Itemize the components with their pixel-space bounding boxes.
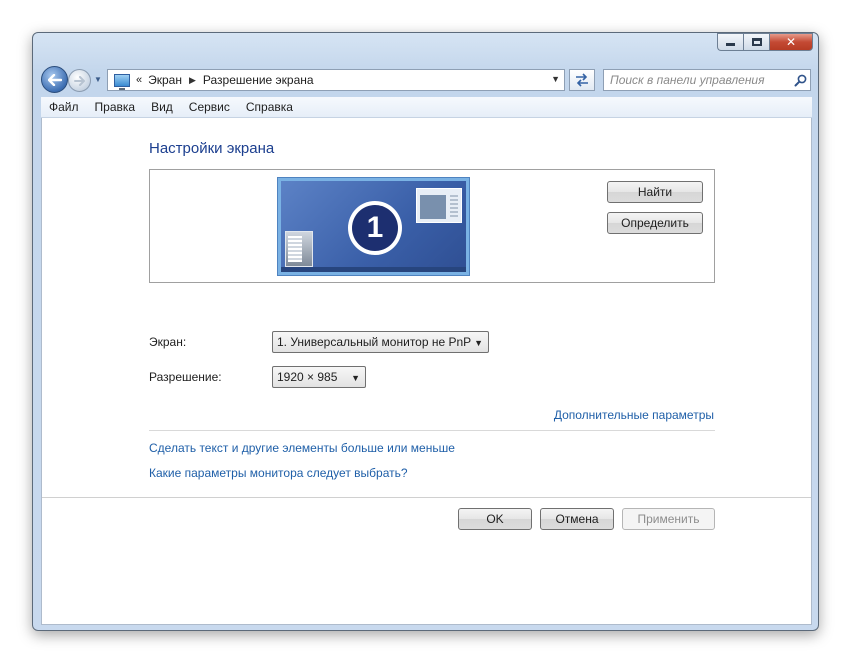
refresh-icon xyxy=(576,73,588,87)
menu-edit[interactable]: Правка xyxy=(87,100,144,114)
address-dropdown-icon[interactable]: ▼ xyxy=(551,74,560,84)
chevron-down-icon: ▼ xyxy=(474,338,483,348)
search-box[interactable] xyxy=(603,69,811,91)
divider xyxy=(149,430,715,431)
search-icon[interactable] xyxy=(790,74,810,87)
chevron-down-icon: ▼ xyxy=(351,373,360,383)
control-panel-window: ✕ ▼ « Экран ▶ Разрешение экрана ▼ Поиск … xyxy=(32,32,819,631)
navigation-row: ▼ « Экран ▶ Разрешение экрана ▼ xyxy=(41,66,812,94)
menu-bar: Файл Правка Вид Сервис Справка xyxy=(41,97,812,118)
resolution-label: Разрешение: xyxy=(149,370,222,384)
back-button[interactable] xyxy=(41,66,68,93)
find-button[interactable]: Найти xyxy=(607,181,703,203)
forward-button[interactable] xyxy=(68,69,91,92)
monitor-number-badge: 1 xyxy=(348,201,402,255)
menu-view[interactable]: Вид xyxy=(143,100,181,114)
breadcrumb-item-resolution[interactable]: Разрешение экрана xyxy=(203,73,314,87)
ok-button[interactable]: OK xyxy=(458,508,532,530)
display-select-value: 1. Универсальный монитор не PnP xyxy=(277,335,472,349)
monitor-number: 1 xyxy=(352,205,398,251)
page-title: Настройки экрана xyxy=(149,140,275,157)
menu-file[interactable]: Файл xyxy=(41,100,87,114)
display-select[interactable]: 1. Универсальный монитор не PnP ▼ xyxy=(272,331,489,353)
breadcrumb-item-display[interactable]: Экран xyxy=(148,73,182,87)
back-arrow-icon xyxy=(47,73,62,86)
resolution-select-value: 1920 × 985 xyxy=(277,370,338,384)
minimize-button[interactable] xyxy=(717,33,743,51)
desktop-preview-gadget xyxy=(285,231,313,267)
breadcrumb-overflow[interactable]: « xyxy=(136,74,142,86)
chevron-down-icon: ▼ xyxy=(94,75,102,84)
close-button[interactable]: ✕ xyxy=(769,33,813,51)
search-input[interactable] xyxy=(604,71,790,89)
address-bar[interactable]: « Экран ▶ Разрешение экрана ▼ xyxy=(107,69,565,91)
which-settings-link[interactable]: Какие параметры монитора следует выбрать… xyxy=(149,466,408,480)
text-size-link[interactable]: Сделать текст и другие элементы больше и… xyxy=(149,441,455,455)
resolution-select[interactable]: 1920 × 985 ▼ xyxy=(272,366,366,388)
close-icon: ✕ xyxy=(785,35,797,49)
recent-pages-dropdown[interactable]: ▼ xyxy=(94,75,103,84)
minimize-icon xyxy=(726,43,735,46)
refresh-button[interactable] xyxy=(569,69,595,91)
footer-divider xyxy=(42,497,811,498)
menu-help[interactable]: Справка xyxy=(238,100,301,114)
desktop-preview-window xyxy=(416,188,462,223)
breadcrumb-chevron-icon[interactable]: ▶ xyxy=(189,75,196,86)
apply-button[interactable]: Применить xyxy=(622,508,715,530)
advanced-settings-link[interactable]: Дополнительные параметры xyxy=(554,408,714,422)
monitor-arrangement-panel: 1 Найти Определить xyxy=(149,169,715,283)
maximize-button[interactable] xyxy=(743,33,769,51)
display-control-panel-icon xyxy=(114,73,130,90)
identify-button[interactable]: Определить xyxy=(607,212,703,234)
content-area: Настройки экрана 1 Найти Определить Экра… xyxy=(41,118,812,625)
monitor-thumbnail[interactable]: 1 xyxy=(277,177,470,276)
cancel-button[interactable]: Отмена xyxy=(540,508,614,530)
desktop-preview-taskbar xyxy=(281,267,466,272)
forward-arrow-icon xyxy=(74,75,85,86)
display-label: Экран: xyxy=(149,335,187,349)
menu-tools[interactable]: Сервис xyxy=(181,100,238,114)
maximize-icon xyxy=(751,38,762,46)
caption-buttons: ✕ xyxy=(717,33,813,53)
